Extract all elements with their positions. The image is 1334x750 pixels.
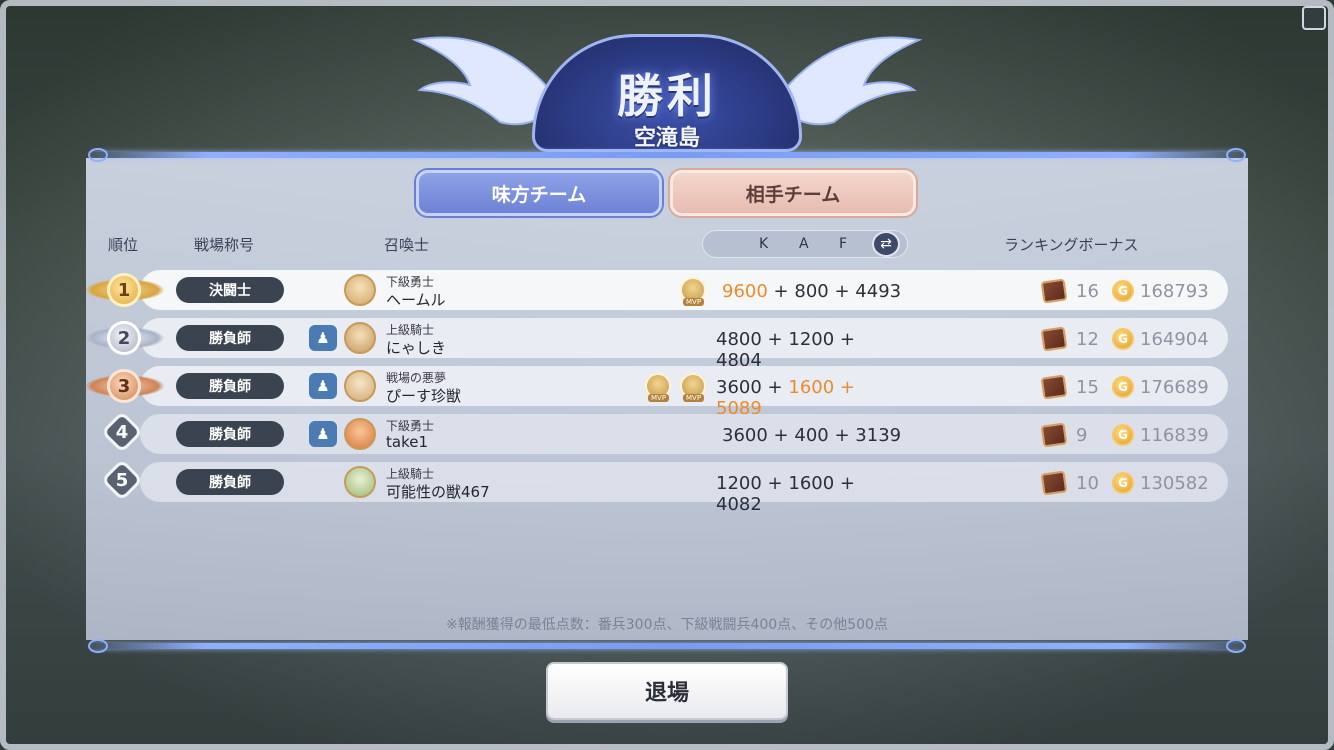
coin-icon: G	[1112, 472, 1134, 494]
avatar[interactable]	[344, 466, 376, 498]
coin-amount: 130582	[1140, 473, 1209, 494]
tab-enemy-team[interactable]: 相手チーム	[670, 170, 916, 216]
avatar[interactable]	[344, 274, 376, 306]
party-icon: ♟	[309, 325, 337, 351]
rail-ornament-icon	[88, 148, 108, 162]
coin-amount: 176689	[1140, 377, 1209, 398]
swap-icon[interactable]: ⇄	[872, 231, 900, 257]
kaf-score: 9600 + 800 + 4493	[722, 281, 902, 302]
avatar[interactable]	[344, 322, 376, 354]
chest-icon	[1040, 326, 1068, 352]
coin-icon: G	[1112, 424, 1134, 446]
player-name: ぴーす珍獣	[386, 387, 462, 405]
tab-ally-team[interactable]: 味方チーム	[416, 170, 662, 216]
player-rank: 上級騎士	[386, 323, 435, 337]
mvp-label: MVP	[648, 394, 670, 402]
column-summoner: 召喚士	[384, 236, 430, 254]
rank-badge: 1	[107, 273, 141, 307]
reward-footnote: ※報酬獲得の最低点数：番兵300点、下級戦闘兵400点、その他500点	[446, 617, 888, 633]
player-rank: 戦場の悪夢	[386, 371, 447, 385]
top-rail	[92, 152, 1242, 158]
mvp-label: MVP	[683, 394, 705, 402]
rail-ornament-icon	[88, 639, 108, 653]
exit-button[interactable]: 退場	[546, 662, 788, 720]
rank-badge: 2	[107, 321, 141, 355]
chest-icon	[1040, 374, 1068, 400]
chest-count: 15	[1076, 377, 1099, 398]
coin-amount: 168793	[1140, 281, 1209, 302]
kaf-score: 1200 + 1600 + 4082	[716, 473, 856, 515]
rank-badge: 5	[115, 469, 129, 491]
kaf-score: 3600 + 400 + 3139	[722, 425, 902, 446]
player-name: ヘームル	[386, 291, 446, 309]
battle-title: 勝負師	[176, 421, 284, 447]
rank-badge: 4	[115, 421, 129, 443]
battle-title: 決闘士	[176, 277, 284, 303]
rank-badge: 3	[107, 369, 141, 403]
party-icon: ♟	[309, 421, 337, 447]
result-title: 勝利	[617, 69, 717, 123]
player-name: 可能性の獣467	[386, 483, 490, 501]
map-name: 空滝島	[633, 126, 700, 151]
corner-button[interactable]	[1302, 6, 1326, 30]
chest-icon	[1040, 422, 1068, 448]
player-rank: 下級勇士	[386, 419, 435, 433]
column-bonus: ランキングボーナス	[1004, 236, 1139, 254]
bottom-rail	[92, 643, 1242, 649]
rail-ornament-icon	[1226, 148, 1246, 162]
column-f: F	[839, 236, 848, 252]
battle-title: 勝負師	[176, 373, 284, 399]
mvp-label: MVP	[683, 298, 705, 306]
kaf-score: 3600 + 1600 + 5089	[716, 377, 856, 419]
avatar[interactable]	[344, 418, 376, 450]
rail-ornament-icon	[1226, 639, 1246, 653]
chest-count: 12	[1076, 329, 1099, 350]
battle-title: 勝負師	[176, 325, 284, 351]
column-rank: 順位	[108, 236, 139, 254]
coin-amount: 116839	[1140, 425, 1209, 446]
party-icon: ♟	[309, 373, 337, 399]
chest-count: 16	[1076, 281, 1099, 302]
player-name: にゃしき	[386, 339, 447, 357]
chest-icon	[1040, 470, 1068, 496]
kaf-score: 4800 + 1200 + 4804	[716, 329, 856, 371]
chest-count: 10	[1076, 473, 1099, 494]
battle-title: 勝負師	[176, 469, 284, 495]
column-title: 戦場称号	[194, 236, 255, 254]
chest-icon	[1040, 278, 1068, 304]
column-a: A	[799, 236, 809, 252]
coin-icon: G	[1112, 376, 1134, 398]
player-name: take1	[386, 433, 428, 451]
chest-count: 9	[1076, 425, 1088, 446]
coin-icon: G	[1112, 280, 1134, 302]
avatar[interactable]	[344, 370, 376, 402]
player-rank: 下級勇士	[386, 275, 435, 289]
coin-amount: 164904	[1140, 329, 1209, 350]
coin-icon: G	[1112, 328, 1134, 350]
player-rank: 上級騎士	[386, 467, 435, 481]
column-k: K	[759, 236, 769, 252]
